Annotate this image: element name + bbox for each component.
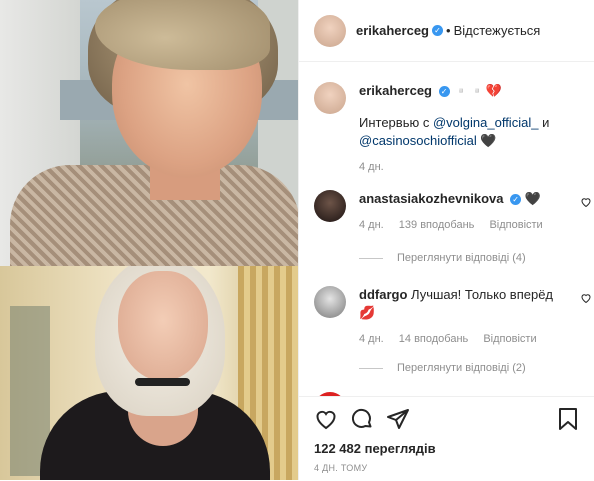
caption-age[interactable]: 4 дн. (359, 161, 384, 173)
post-side-panel: erikaherceg ✓ • Відстежується erikaherce… (298, 0, 594, 480)
caption-text: и (542, 115, 550, 130)
video-player[interactable] (0, 0, 298, 480)
comment-username[interactable]: anastasiakozhevnikova (359, 191, 504, 206)
author-avatar[interactable] (314, 14, 346, 47)
comments-list[interactable]: erikaherceg ✓ ▫️▫️💔 Интервью с @volgina_… (299, 62, 594, 396)
view-replies-button[interactable]: Переглянути відповіді (4) (359, 252, 526, 264)
live-guest-bottom-video (0, 266, 298, 480)
post-actions: 122 482 переглядів 4 ДН. ТОМУ (299, 396, 594, 481)
post-header: erikaherceg ✓ • Відстежується (299, 0, 594, 62)
comment-icon[interactable] (350, 407, 374, 431)
comment-age[interactable]: 4 дн. (359, 333, 384, 345)
mention-link[interactable]: @volgina_official_ (433, 115, 538, 130)
follow-status-button[interactable]: Відстежується (454, 23, 541, 38)
comment-age[interactable]: 4 дн. (359, 219, 384, 231)
caption-username[interactable]: erikaherceg (359, 83, 432, 98)
caption-heart: 🖤 (480, 133, 497, 148)
separator: • (446, 23, 451, 38)
like-comment-heart-icon[interactable] (580, 292, 592, 304)
view-replies-button[interactable]: Переглянути відповіді (2) (359, 362, 526, 374)
comment-text: 🖤 (524, 191, 541, 206)
live-guest-top-video (0, 0, 298, 266)
reply-button[interactable]: Відповісти (489, 219, 542, 231)
caption-text: Интервью с (359, 115, 430, 130)
reply-button[interactable]: Відповісти (483, 333, 536, 345)
verified-badge-icon: ✓ (510, 194, 522, 206)
author-avatar[interactable] (314, 82, 346, 114)
commenter-avatar[interactable] (314, 190, 346, 222)
heart-icon[interactable] (314, 407, 338, 431)
author-username[interactable]: erikaherceg (356, 23, 429, 38)
verified-badge-icon: ✓ (438, 86, 450, 98)
like-comment-heart-icon[interactable] (580, 196, 592, 208)
comment-likes[interactable]: 139 вподобань (399, 219, 475, 231)
post-timestamp[interactable]: 4 ДН. ТОМУ (314, 463, 367, 473)
commenter-avatar[interactable] (314, 286, 346, 318)
verified-badge-icon: ✓ (432, 25, 443, 36)
mention-link[interactable]: @casinosochiofficial (359, 133, 477, 148)
comment-username[interactable]: ddfargo (359, 287, 407, 302)
view-count[interactable]: 122 482 переглядів (314, 441, 436, 456)
comment-likes[interactable]: 14 вподобань (399, 333, 468, 345)
caption-emoji: ▫️▫️💔 (453, 83, 502, 98)
bookmark-icon[interactable] (556, 407, 580, 431)
share-icon[interactable] (386, 407, 410, 431)
